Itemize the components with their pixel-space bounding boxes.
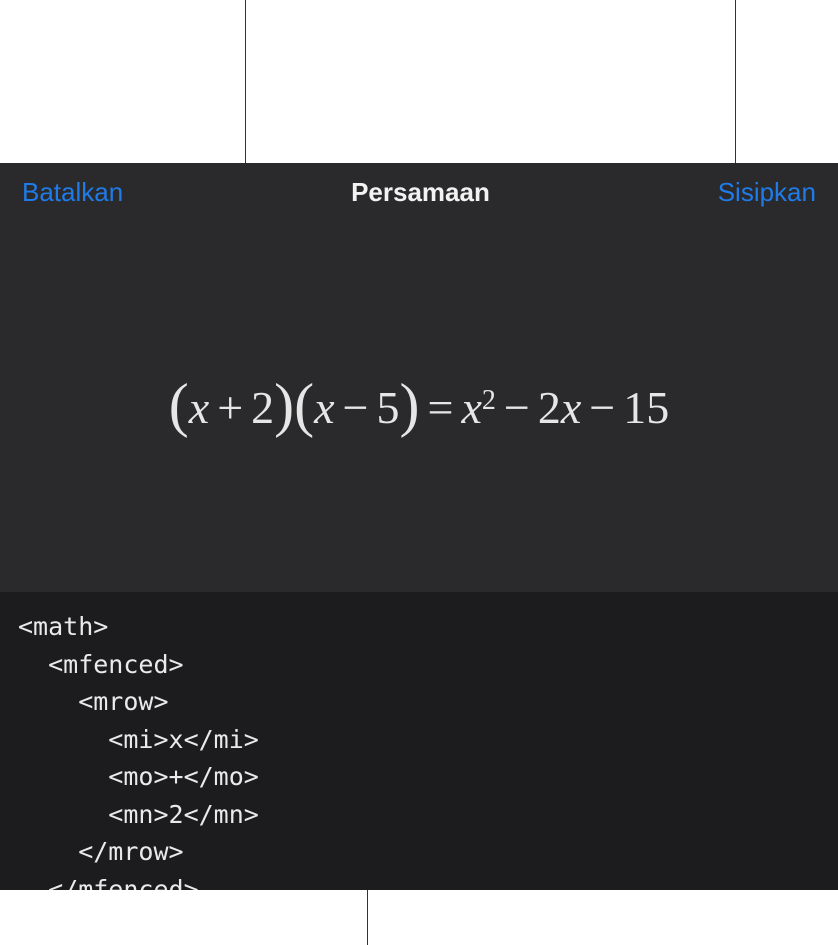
close-paren: )	[400, 371, 420, 440]
eq-coef: 2	[538, 381, 561, 434]
eq-num: 5	[377, 381, 400, 434]
mathml-code-editor[interactable]: <math> <mfenced> <mrow> <mi>x</mi> <mo>+…	[0, 592, 838, 890]
dialog-title: Persamaan	[351, 177, 490, 208]
close-paren: )	[274, 371, 294, 440]
open-paren: (	[294, 371, 314, 440]
insert-button[interactable]: Sisipkan	[718, 177, 816, 208]
eq-exponent: 2	[482, 385, 496, 417]
eq-op: −	[496, 381, 538, 434]
eq-num: 2	[251, 381, 274, 434]
cancel-button[interactable]: Batalkan	[22, 177, 123, 208]
equation-preview: (x+2)(x−5)=x2−2x−15	[0, 222, 838, 592]
titlebar: Batalkan Persamaan Sisipkan	[0, 163, 838, 222]
open-paren: (	[169, 371, 189, 440]
callout-line	[367, 890, 368, 945]
eq-var: x	[461, 381, 481, 434]
eq-num: 15	[623, 381, 669, 434]
callout-line	[735, 0, 736, 168]
eq-var: x	[314, 381, 334, 434]
eq-var: x	[561, 381, 581, 434]
eq-var: x	[189, 381, 209, 434]
eq-op: −	[581, 381, 623, 434]
eq-op: −	[335, 381, 377, 434]
eq-op: +	[209, 381, 251, 434]
equation-dialog: Batalkan Persamaan Sisipkan (x+2)(x−5)=x…	[0, 163, 838, 890]
eq-equals: =	[419, 381, 461, 434]
